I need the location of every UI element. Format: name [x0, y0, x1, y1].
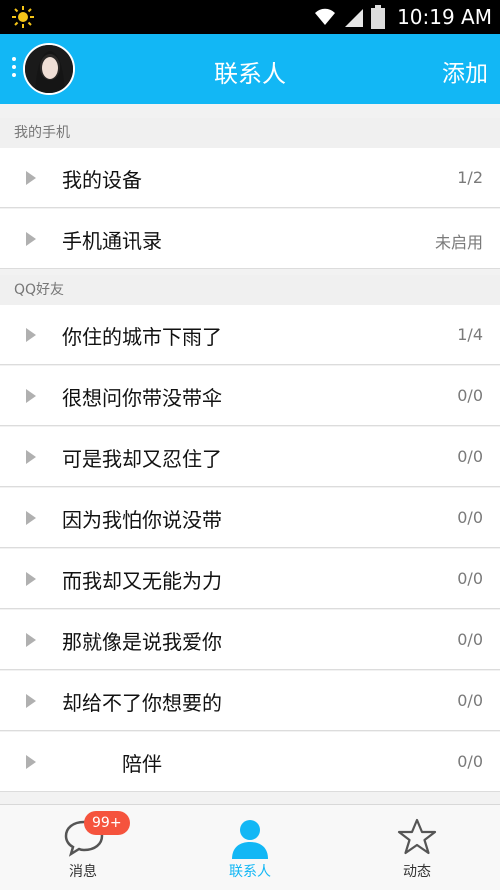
group-phone-contacts[interactable]: 手机通讯录 未启用 — [0, 209, 500, 269]
friend-group[interactable]: 可是我却又忍住了 0/0 — [0, 427, 500, 487]
group-count: 0/0 — [457, 508, 483, 527]
sun-icon — [12, 6, 34, 28]
group-label: 因为我怕你说没带 — [62, 508, 222, 532]
group-label: 陪伴 — [122, 752, 162, 776]
group-label: 我的设备 — [62, 168, 142, 192]
friend-group[interactable]: 因为我怕你说没带 0/0 — [0, 488, 500, 548]
wifi-icon — [315, 8, 336, 26]
group-label: 却给不了你想要的 — [62, 691, 222, 715]
expand-arrow-icon — [26, 694, 36, 708]
title-bar: 联系人 添加 — [0, 34, 500, 104]
group-my-devices[interactable]: 我的设备 1/2 — [0, 148, 500, 208]
friend-group[interactable]: 你住的城市下雨了 1/4 — [0, 305, 500, 365]
group-count: 0/0 — [457, 447, 483, 466]
tab-label: 联系人 — [229, 864, 271, 880]
signal-icon — [345, 9, 364, 27]
group-count: 1/2 — [457, 168, 483, 187]
status-bar: 10:19 AM — [0, 0, 500, 34]
group-count: 0/0 — [457, 752, 483, 771]
friend-group[interactable]: 陪伴 0/0 — [0, 732, 500, 792]
expand-arrow-icon — [26, 511, 36, 525]
group-label: 而我却又无能为力 — [62, 569, 222, 593]
group-label: 那就像是说我爱你 — [62, 630, 222, 654]
group-count: 1/4 — [457, 325, 483, 344]
expand-arrow-icon — [26, 171, 36, 185]
group-label: 手机通讯录 — [62, 229, 162, 253]
expand-arrow-icon — [26, 755, 36, 769]
group-count: 未启用 — [434, 233, 483, 252]
status-time: 10:19 AM — [397, 5, 492, 29]
tab-label: 消息 — [69, 864, 97, 880]
contact-list[interactable]: 我的手机 我的设备 1/2 手机通讯录 未启用 QQ好友 你住的城市下雨了 1/… — [0, 104, 500, 804]
star-icon — [397, 818, 437, 855]
friend-group[interactable]: 那就像是说我爱你 0/0 — [0, 610, 500, 670]
page-title: 联系人 — [214, 60, 286, 88]
group-label: 可是我却又忍住了 — [62, 447, 222, 471]
expand-arrow-icon — [26, 450, 36, 464]
group-label: 很想问你带没带伞 — [62, 386, 222, 410]
group-header-qq-friends[interactable]: QQ好友 — [0, 275, 500, 305]
unread-badge: 99+ — [84, 811, 130, 835]
expand-arrow-icon — [26, 389, 36, 403]
expand-arrow-icon — [26, 572, 36, 586]
group-label: 你住的城市下雨了 — [62, 325, 222, 349]
add-button[interactable]: 添加 — [442, 54, 488, 88]
expand-arrow-icon — [26, 232, 36, 246]
friend-group[interactable]: 很想问你带没带伞 0/0 — [0, 366, 500, 426]
group-count: 0/0 — [457, 630, 483, 649]
group-count: 0/0 — [457, 386, 483, 405]
battery-icon — [371, 5, 386, 29]
friend-group[interactable]: 而我却又无能为力 0/0 — [0, 549, 500, 609]
group-count: 0/0 — [457, 691, 483, 710]
tab-messages[interactable]: 99+ 消息 — [0, 805, 166, 890]
group-header-my-phone[interactable]: 我的手机 — [0, 118, 500, 148]
expand-arrow-icon — [26, 328, 36, 342]
bottom-nav: 99+ 消息 联系人 动态 — [0, 804, 500, 890]
tab-label: 动态 — [403, 864, 431, 880]
friend-group[interactable]: 却给不了你想要的 0/0 — [0, 671, 500, 731]
tab-moments[interactable]: 动态 — [334, 805, 500, 890]
group-count: 0/0 — [457, 569, 483, 588]
tab-contacts[interactable]: 联系人 — [167, 805, 333, 890]
expand-arrow-icon — [26, 633, 36, 647]
person-icon — [232, 820, 268, 859]
